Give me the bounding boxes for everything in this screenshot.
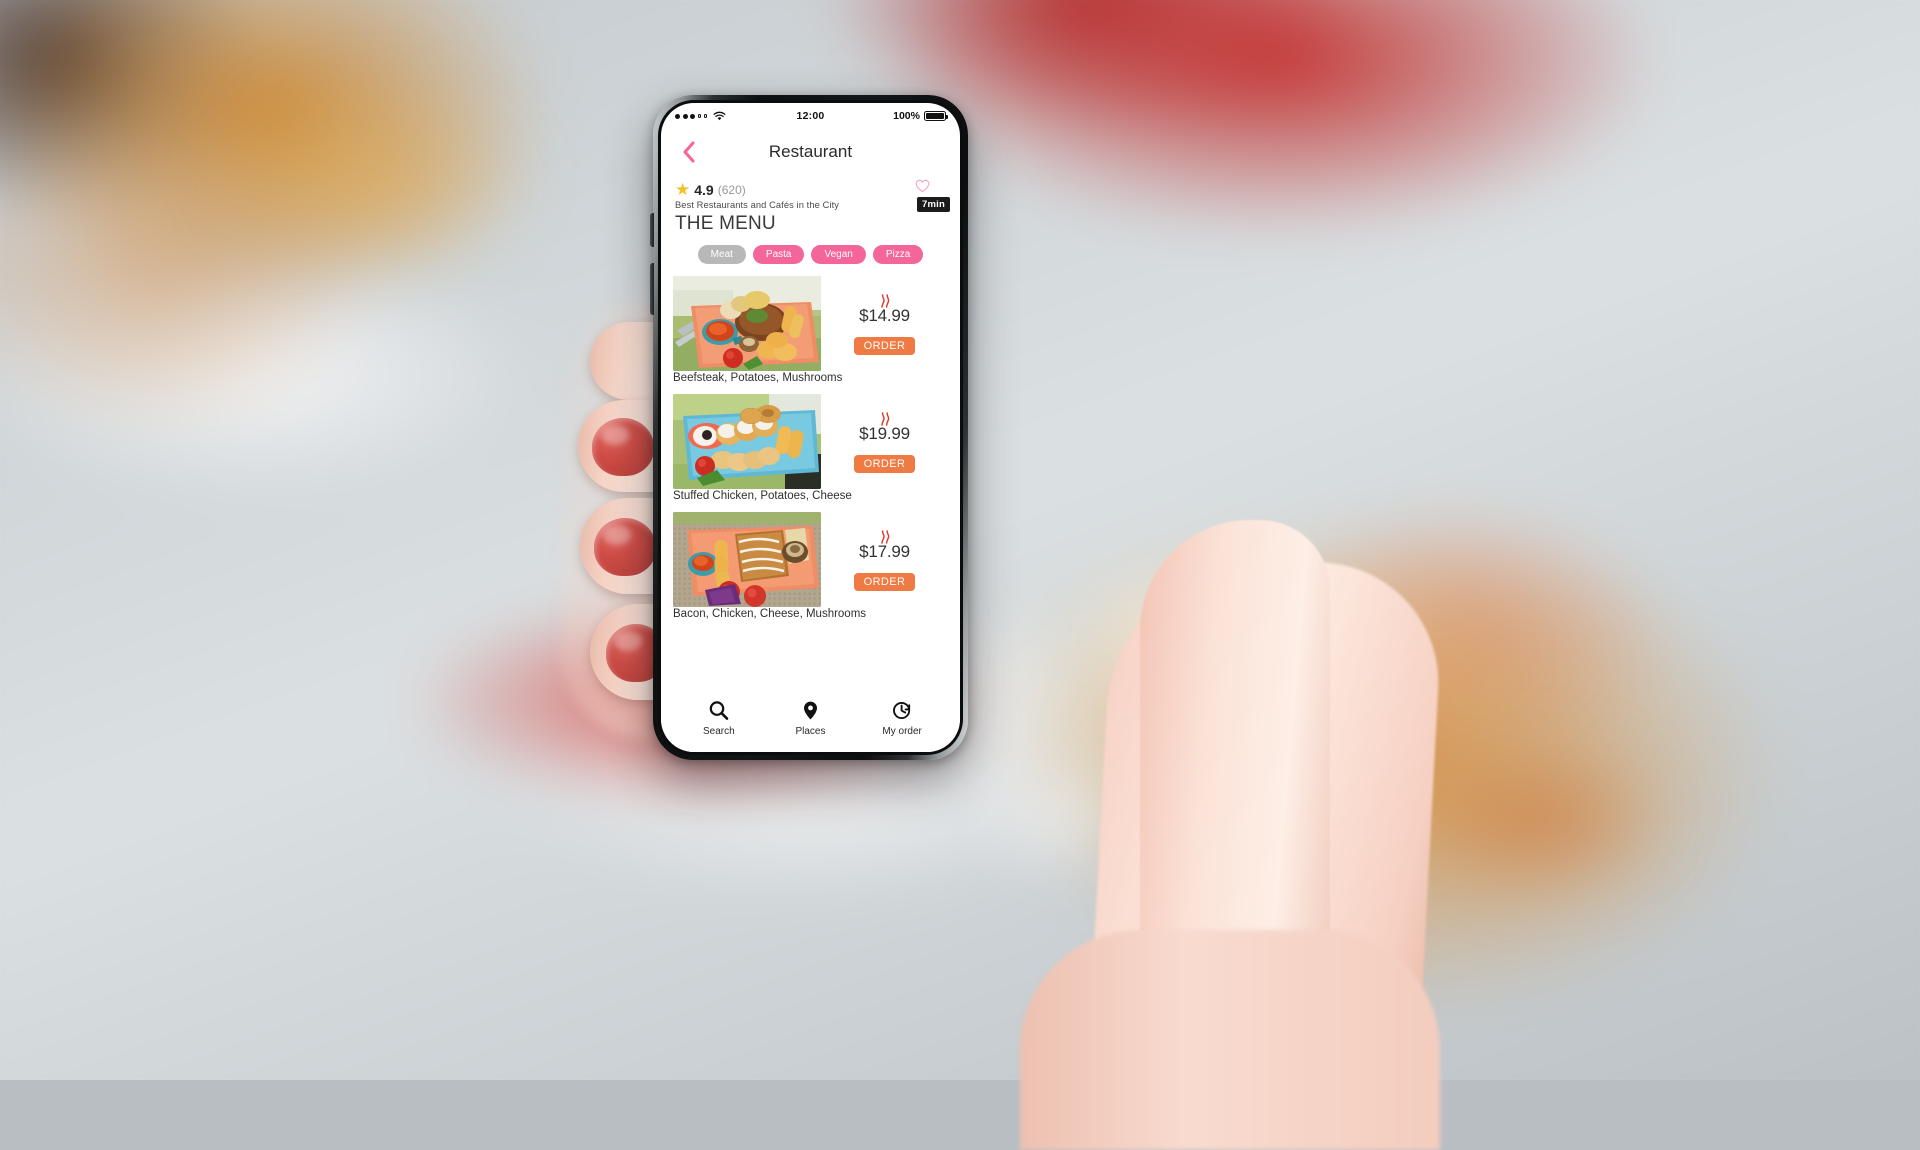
bacon-chicken-plate-illustration: [673, 512, 821, 607]
middle-fingernail: [592, 418, 654, 476]
filter-chip-pasta[interactable]: Pasta: [753, 245, 805, 264]
phone-bezel: 12:00 100% Restaurant ★ 4.9: [658, 100, 963, 755]
status-bar: 12:00 100%: [661, 103, 960, 129]
beefsteak-plate-photo[interactable]: [673, 276, 821, 371]
stuffed-chicken-plate-photo[interactable]: [673, 394, 821, 489]
delivery-time-badge: 7min: [917, 197, 950, 212]
menu-item-caption: Bacon, Chicken, Cheese, Mushrooms: [673, 608, 948, 620]
beefsteak-plate-illustration: [673, 276, 821, 371]
phone-screen: 12:00 100% Restaurant ★ 4.9: [661, 103, 960, 752]
map-pin-icon: [800, 700, 821, 721]
page-title: Restaurant: [661, 142, 960, 162]
volume-up-button[interactable]: [650, 213, 654, 247]
menu-item-pricing: $19.99 ORDER: [821, 394, 948, 473]
filter-chip-pizza[interactable]: Pizza: [873, 245, 923, 264]
rating-value: 4.9: [694, 182, 713, 198]
heart-outline-icon: [915, 179, 930, 193]
review-count: (620): [718, 183, 746, 197]
filter-chip-meat[interactable]: Meat: [698, 245, 746, 264]
wrist: [1020, 930, 1440, 1150]
menu-item-price: $19.99: [859, 424, 910, 444]
tab-my-order[interactable]: My order: [857, 700, 948, 737]
bottom-tab-bar: Search Places My order: [661, 690, 960, 752]
menu-item-row: $17.99 ORDER: [673, 512, 948, 607]
restaurant-hero: ★ 4.9 (620) Best Restaurants and Cafés i…: [661, 175, 960, 235]
menu-item-price: $17.99: [859, 542, 910, 562]
filter-chip-group: Meat Pasta Vegan Pizza: [661, 235, 960, 264]
battery-percent-label: 100%: [893, 110, 920, 122]
star-icon: ★: [675, 181, 690, 198]
search-icon: [708, 700, 729, 721]
navigation-header: Restaurant: [661, 129, 960, 175]
signal-strength-dots: [675, 114, 707, 119]
menu-item-price: $14.99: [859, 306, 910, 326]
wifi-icon: [713, 111, 726, 121]
menu-item-row: $19.99 ORDER: [673, 394, 948, 489]
stuffed-chicken-plate-illustration: [673, 394, 821, 489]
tab-label-places: Places: [795, 726, 825, 737]
menu-item[interactable]: $14.99 ORDER Beefsteak, Potatoes, Mushro…: [673, 276, 948, 384]
signal-dot-filled: [675, 114, 680, 119]
clock-history-icon: [892, 700, 913, 721]
filter-chip-vegan[interactable]: Vegan: [811, 245, 865, 264]
menu-item-list: $14.99 ORDER Beefsteak, Potatoes, Mushro…: [661, 264, 960, 690]
menu-item[interactable]: $17.99 ORDER Bacon, Chicken, Cheese, Mus…: [673, 512, 948, 620]
menu-heading: THE MENU: [675, 213, 946, 235]
order-button[interactable]: ORDER: [854, 455, 916, 473]
menu-item-caption: Beefsteak, Potatoes, Mushrooms: [673, 372, 948, 384]
chevron-left-icon: [682, 141, 695, 163]
menu-item-row: $14.99 ORDER: [673, 276, 948, 371]
smartphone-device: 12:00 100% Restaurant ★ 4.9: [653, 95, 968, 760]
order-button[interactable]: ORDER: [854, 337, 916, 355]
menu-item-pricing: $14.99 ORDER: [821, 276, 948, 355]
restaurant-subtitle: Best Restaurants and Cafés in the City: [675, 200, 946, 210]
rating-row: ★ 4.9 (620): [675, 181, 946, 198]
tab-label-search: Search: [703, 726, 735, 737]
tab-label-my-order: My order: [882, 726, 921, 737]
tab-search[interactable]: Search: [673, 700, 764, 737]
status-bar-left: [675, 111, 764, 121]
order-button[interactable]: ORDER: [854, 573, 916, 591]
battery-icon: [924, 111, 946, 121]
volume-down-button[interactable]: [650, 263, 654, 315]
signal-dot-empty: [704, 114, 708, 118]
signal-dot-filled: [690, 114, 695, 119]
ring-fingernail: [594, 518, 656, 576]
back-button[interactable]: [675, 139, 701, 165]
signal-dot-empty: [698, 114, 702, 118]
tab-places[interactable]: Places: [765, 700, 856, 737]
favorite-button[interactable]: [915, 179, 930, 197]
menu-item-pricing: $17.99 ORDER: [821, 512, 948, 591]
menu-item[interactable]: $19.99 ORDER Stuffed Chicken, Potatoes, …: [673, 394, 948, 502]
signal-dot-filled: [683, 114, 688, 119]
bacon-chicken-plate-photo[interactable]: [673, 512, 821, 607]
menu-item-caption: Stuffed Chicken, Potatoes, Cheese: [673, 490, 948, 502]
status-bar-time: 12:00: [764, 110, 856, 122]
status-bar-right: 100%: [857, 110, 946, 122]
